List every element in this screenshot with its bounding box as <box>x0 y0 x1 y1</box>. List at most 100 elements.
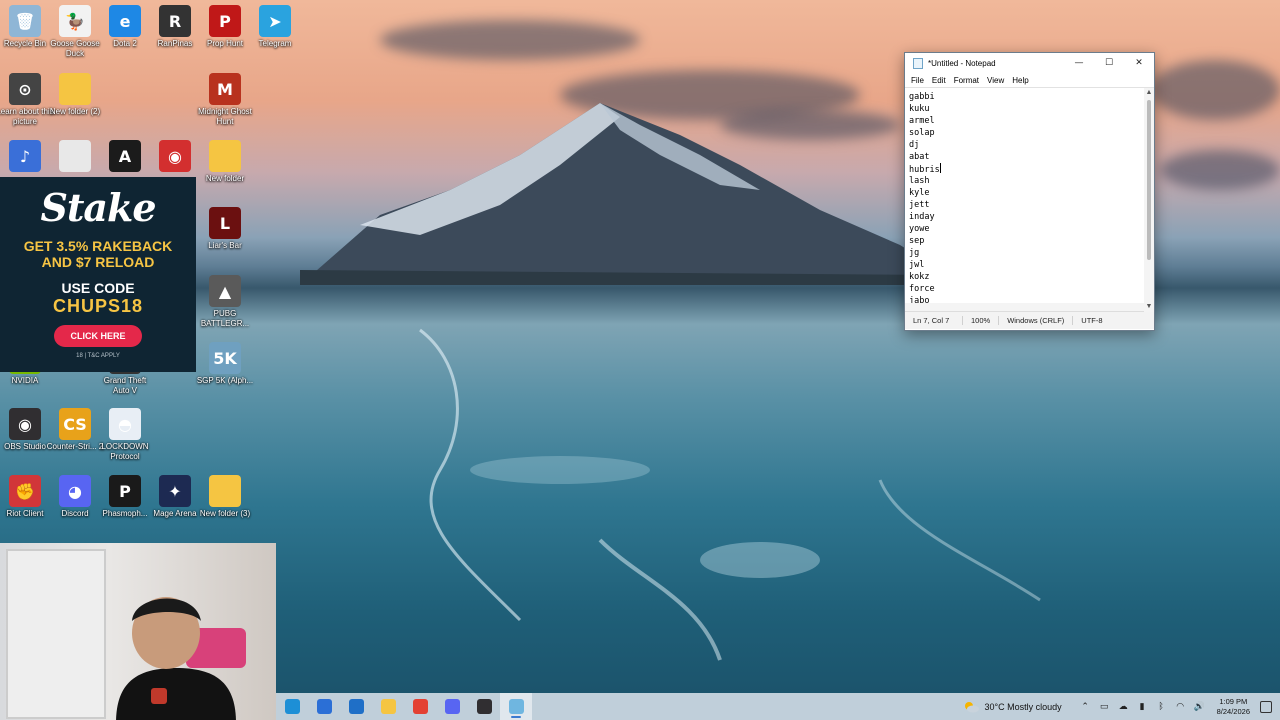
wifi-icon[interactable]: ◠ <box>1174 700 1187 713</box>
stake-ad-overlay[interactable]: Stake GET 3.5% RAKEBACK AND $7 RELOAD US… <box>0 177 196 372</box>
text-line: abat <box>909 151 1154 163</box>
app-a-icon: A <box>109 140 141 172</box>
desktop-icon-sgp-5k[interactable]: 5K SGP 5K (Alph... <box>196 342 254 386</box>
text-line: inday <box>909 211 1154 223</box>
menu-view[interactable]: View <box>983 76 1008 85</box>
taskbar-file-explorer-button[interactable] <box>372 693 404 720</box>
lockdown-protocol-icon: ◓ <box>109 408 141 440</box>
stake-logo: Stake <box>40 185 156 230</box>
notification-icon[interactable] <box>1260 700 1272 713</box>
desktop-icon-pubg[interactable]: ▲ PUBG BATTLEGR... <box>196 275 254 329</box>
among-us-icon: ◉ <box>159 140 191 172</box>
cloud-icon[interactable]: ☁ <box>1117 700 1130 713</box>
desktop-icon-new-folder[interactable]: New folder <box>196 140 254 184</box>
notepad-titlebar[interactable]: *Untitled - Notepad — ☐ ✕ <box>905 53 1154 73</box>
text-caret <box>939 163 941 173</box>
close-icon[interactable]: ✕ <box>1124 58 1154 68</box>
cloudy-sun-icon <box>965 701 980 712</box>
taskbar-notepad-button[interactable] <box>500 693 532 720</box>
taskbar-chrome-button[interactable] <box>404 693 436 720</box>
doc-file-icon <box>59 140 91 172</box>
chevron-up-icon[interactable]: ⌃ <box>1079 700 1092 713</box>
taskbar-obs-button[interactable] <box>468 693 500 720</box>
horizontal-scrollbar[interactable] <box>905 303 1144 311</box>
text-line: yowe <box>909 223 1154 235</box>
text-line-content: lash <box>909 176 930 186</box>
text-line-content: jwl <box>909 260 925 270</box>
prop-hunt-icon: P <box>209 5 241 37</box>
desktop-icon-midnight-ghost-hunt[interactable]: M Midnight Ghost Hunt <box>196 73 254 127</box>
scroll-down-icon[interactable]: ▼ <box>1144 302 1154 312</box>
taskbar-pinned-apps <box>276 693 532 720</box>
desktop-icon-new-folder-3[interactable]: New folder (3) <box>196 475 254 519</box>
text-line-content: kokz <box>909 272 930 282</box>
status-line-ending: Windows (CRLF) <box>999 316 1074 325</box>
desktop-icon-label: New folder (3) <box>199 509 251 518</box>
shelf-background <box>6 549 106 719</box>
notepad-menubar: File Edit Format View Help <box>905 73 1154 87</box>
desktop-icon-lockdown-protocol[interactable]: ◓ LOCKDOWN Protocol <box>96 408 154 462</box>
system-tray: 30°C Mostly cloudy ⌃ ▭ ☁ ▮ ᛒ ◠ 🔊 1:09 PM… <box>963 697 1280 717</box>
riot-client-icon: ✊ <box>9 475 41 507</box>
desktop-icon-label: Grand Theft Auto V <box>103 376 147 395</box>
weather-temperature: 30°C <box>984 701 1005 712</box>
ranpinas-icon: R <box>159 5 191 37</box>
taskbar-outlook-button[interactable] <box>340 693 372 720</box>
notepad-editor[interactable]: gabbi kuku armel solap dj abat hubris lash kyle j… <box>905 87 1154 312</box>
taskbar-store-button[interactable] <box>308 693 340 720</box>
ad-click-here-button[interactable]: CLICK HERE <box>54 325 142 347</box>
text-line: dj <box>909 139 1154 151</box>
scroll-thumb[interactable] <box>1147 100 1151 260</box>
clock[interactable]: 1:09 PM 8/24/2026 <box>1217 697 1250 717</box>
text-line: kyle <box>909 187 1154 199</box>
taskbar-edge-button[interactable] <box>276 693 308 720</box>
text-line-content: force <box>909 284 935 294</box>
menu-file[interactable]: File <box>907 76 928 85</box>
desktop-icon-label: PUBG BATTLEGR... <box>200 309 250 328</box>
text-line: armel <box>909 115 1154 127</box>
maximize-icon[interactable]: ☐ <box>1094 58 1124 68</box>
discord-icon <box>444 699 460 714</box>
vertical-scrollbar[interactable]: ▲ ▼ <box>1144 88 1154 312</box>
text-line-content: kyle <box>909 188 930 198</box>
menu-edit[interactable]: Edit <box>928 76 950 85</box>
text-line-content: kuku <box>909 104 930 114</box>
status-cursor-position: Ln 7, Col 7 <box>905 316 963 325</box>
text-line: jett <box>909 199 1154 211</box>
text-line-content: dj <box>909 140 920 150</box>
minimize-icon[interactable]: — <box>1064 58 1094 68</box>
taskbar-discord-button[interactable] <box>436 693 468 720</box>
discord-icon: ◕ <box>59 475 91 507</box>
text-line-content: jg <box>909 248 920 258</box>
desktop-icon-new-folder-2[interactable]: New folder (2) <box>46 73 104 117</box>
notepad-window[interactable]: *Untitled - Notepad — ☐ ✕ File Edit Format… <box>904 52 1155 331</box>
desktop-icon-liars-bar[interactable]: L Liar's Bar <box>196 207 254 251</box>
new-folder-2-icon <box>59 73 91 105</box>
edge-icon <box>284 699 300 714</box>
scroll-up-icon[interactable]: ▲ <box>1144 88 1154 98</box>
text-line-content: inday <box>909 212 935 222</box>
clock-time: 1:09 PM <box>1219 696 1248 706</box>
chrome-icon <box>412 699 428 714</box>
new-folder-3-icon <box>209 475 241 507</box>
text-line: solap <box>909 127 1154 139</box>
usb-icon[interactable]: ▮ <box>1136 700 1149 713</box>
bluetooth-icon[interactable]: ᛒ <box>1155 700 1168 713</box>
menu-format[interactable]: Format <box>950 76 983 85</box>
text-line: hubris <box>909 163 1154 175</box>
mage-arena-icon: ✦ <box>159 475 191 507</box>
weather-widget[interactable]: 30°C Mostly cloudy <box>963 701 1062 713</box>
ad-fine-print: 18 | T&C APPLY <box>76 353 120 359</box>
notepad-text-area[interactable]: gabbi kuku armel solap dj abat hubris lash kyle j… <box>905 88 1154 307</box>
tray-app-icon[interactable]: ▭ <box>1098 700 1111 713</box>
phasmophobia-icon: P <box>109 475 141 507</box>
desktop-icon-telegram[interactable]: ➤ Telegram <box>246 5 304 49</box>
ad-use-code-label: USE CODE <box>61 280 135 296</box>
text-line: gabbi <box>909 91 1154 103</box>
text-line: sep <box>909 235 1154 247</box>
volume-icon[interactable]: 🔊 <box>1193 700 1206 713</box>
notepad-icon <box>508 699 524 714</box>
menu-help[interactable]: Help <box>1008 76 1032 85</box>
file-explorer-icon <box>380 699 396 714</box>
learn-about-picture-icon: ⊙ <box>9 73 41 105</box>
